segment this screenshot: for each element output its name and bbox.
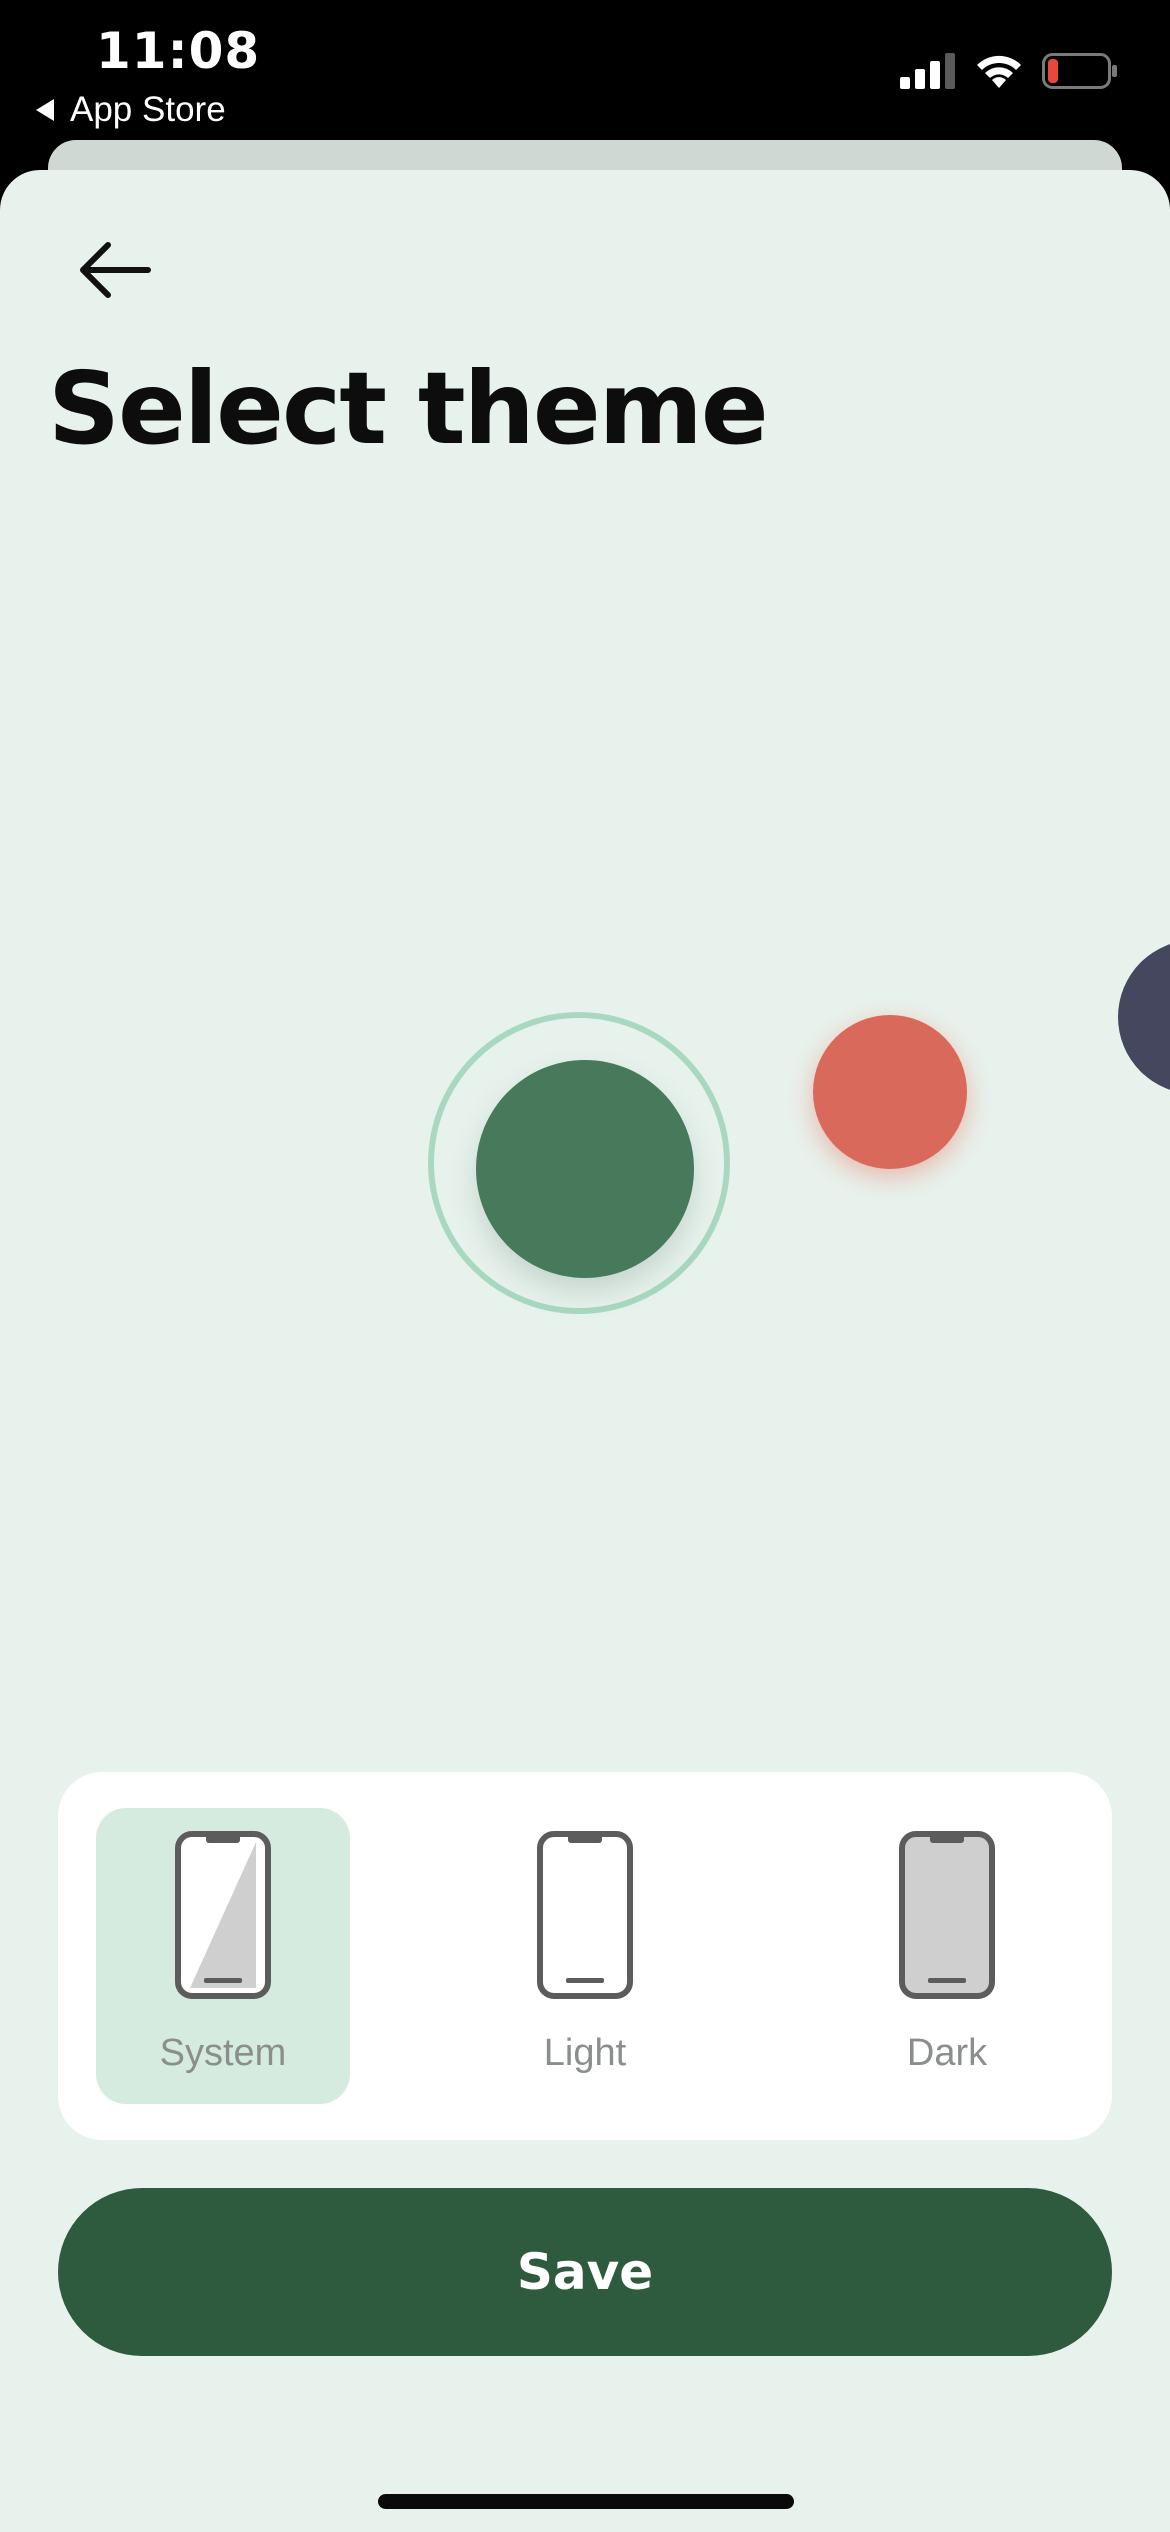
mode-label-light: Light [543, 2032, 627, 2074]
phone-dark-icon [899, 1831, 995, 1999]
cellular-signal-icon [900, 53, 955, 89]
back-to-app-store-link[interactable]: App Store [36, 90, 226, 130]
theme-swatch-coral[interactable] [813, 1015, 967, 1169]
phone-light-icon [537, 1831, 633, 1999]
status-time: 11:08 [96, 22, 261, 80]
battery-low-icon [1042, 53, 1117, 89]
home-indicator [378, 2494, 794, 2509]
mode-option-dark[interactable]: Dark [820, 1808, 1074, 2104]
theme-swatch-green[interactable] [476, 1060, 694, 1278]
phone-half-shaded-icon [175, 1831, 271, 1999]
back-button[interactable] [70, 230, 160, 310]
arrow-left-icon [80, 242, 151, 298]
back-to-app-store-label: App Store [70, 90, 226, 129]
page-title: Select theme [48, 350, 769, 467]
theme-sheet: Select theme System Light Dark Save [0, 170, 1170, 2532]
appearance-mode-panel: System Light Dark [58, 1772, 1112, 2140]
back-triangle-icon [36, 99, 54, 121]
mode-label-dark: Dark [906, 2032, 988, 2074]
status-bar: 11:08 App Store [0, 0, 1170, 150]
save-button[interactable]: Save [58, 2188, 1112, 2356]
mode-option-system[interactable]: System [96, 1808, 350, 2104]
theme-swatch-navy[interactable] [1118, 940, 1170, 1094]
mode-label-system: System [159, 2032, 287, 2074]
wifi-icon [977, 55, 1021, 88]
mode-option-light[interactable]: Light [458, 1808, 712, 2104]
status-icons [900, 52, 1118, 90]
